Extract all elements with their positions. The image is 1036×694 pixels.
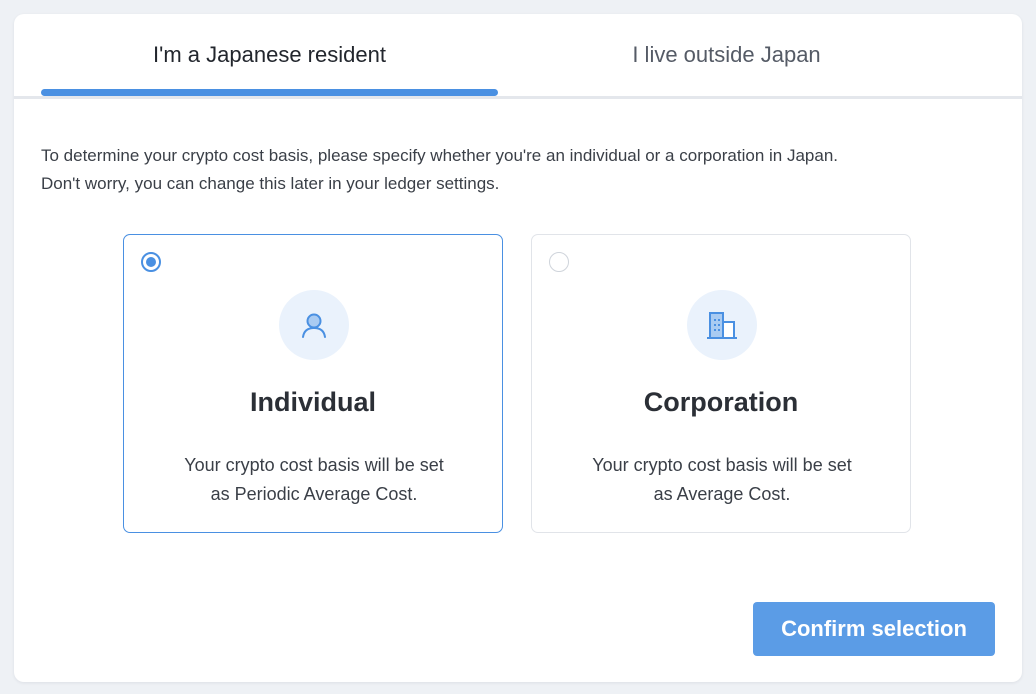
tab-label: I live outside Japan <box>632 42 821 67</box>
tab-label: I'm a Japanese resident <box>153 42 386 67</box>
active-tab-indicator <box>41 89 498 96</box>
tab-japanese-resident[interactable]: I'm a Japanese resident <box>41 14 498 96</box>
tab-outside-japan[interactable]: I live outside Japan <box>498 14 955 96</box>
individual-radio[interactable] <box>141 252 161 272</box>
option-description: Your crypto cost basis will be set as Av… <box>562 451 882 509</box>
residency-tabs: I'm a Japanese resident I live outside J… <box>14 14 1022 99</box>
option-description: Your crypto cost basis will be set as Pe… <box>154 451 474 509</box>
confirm-selection-button[interactable]: Confirm selection <box>753 602 995 656</box>
intro-line: Don't worry, you can change this later i… <box>41 174 500 193</box>
selection-panel: I'm a Japanese resident I live outside J… <box>14 14 1022 682</box>
intro-line: To determine your crypto cost basis, ple… <box>41 146 839 165</box>
option-description-line: as Average Cost. <box>653 484 791 504</box>
person-icon <box>279 290 349 360</box>
corporation-radio[interactable] <box>549 252 569 272</box>
building-icon <box>687 290 757 360</box>
option-description-line: Your crypto cost basis will be set <box>592 455 852 475</box>
option-description-line: Your crypto cost basis will be set <box>184 455 444 475</box>
option-card-corporation[interactable]: Corporation Your crypto cost basis will … <box>531 234 911 533</box>
option-card-individual[interactable]: Individual Your crypto cost basis will b… <box>123 234 503 533</box>
option-description-line: as Periodic Average Cost. <box>210 484 418 504</box>
option-title: Corporation <box>643 387 799 417</box>
intro-text: To determine your crypto cost basis, ple… <box>41 142 1001 198</box>
option-title: Individual <box>249 387 376 417</box>
